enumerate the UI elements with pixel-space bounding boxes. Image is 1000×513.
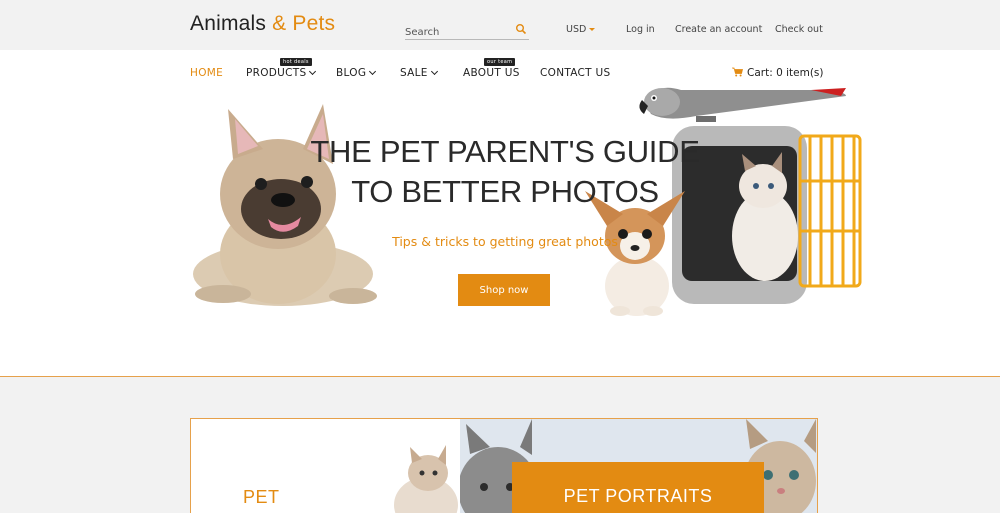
hero-title-line2: TO BETTER PHOTOS <box>351 174 659 209</box>
promo-banner: PET PET PORTRAITS <box>190 418 818 513</box>
cart-icon <box>732 67 744 77</box>
hero-title: THE PET PARENT'S GUIDE TO BETTER PHOTOS <box>280 132 730 212</box>
chevron-down-icon <box>430 67 438 76</box>
pet-portraits-title: PET PORTRAITS <box>563 486 713 506</box>
nav-item-about-us[interactable]: our team ABOUT US <box>463 58 520 79</box>
top-bar: Animals & Pets USD Log in Create an acco… <box>0 0 1000 50</box>
nav-item-label: BLOG <box>336 67 367 79</box>
cart-link[interactable]: Cart: 0 item(s) <box>732 67 823 79</box>
nav-item-home[interactable]: HOME <box>190 67 223 79</box>
search-icon[interactable] <box>515 23 527 35</box>
nav-item-label: ABOUT US <box>463 67 520 79</box>
pet-portraits-box: PET PORTRAITS <box>512 462 764 513</box>
cart-label: Cart: 0 item(s) <box>747 67 824 79</box>
hero-banner: THE PET PARENT'S GUIDE TO BETTER PHOTOS … <box>0 87 1000 376</box>
chevron-down-icon <box>369 67 377 76</box>
pet-portraits-panel[interactable]: PET PORTRAITS <box>460 419 817 513</box>
logo-ampersand: & <box>272 12 287 35</box>
currency-value: USD <box>566 24 587 35</box>
create-account-link[interactable]: Create an account <box>675 24 762 35</box>
hero-subtitle: Tips & tricks to getting great photos <box>392 234 618 249</box>
nav-item-label: SALE <box>400 67 428 79</box>
logo-part-animals: Animals <box>190 12 267 35</box>
promo-left-title: PET <box>243 487 280 507</box>
login-link[interactable]: Log in <box>626 24 655 35</box>
caret-down-icon <box>589 28 596 31</box>
nav-item-label: CONTACT US <box>540 67 611 79</box>
chevron-down-icon <box>309 67 317 76</box>
promo-section: PET PET PORTRAITS <box>0 377 1000 513</box>
parrot-image <box>639 87 846 122</box>
nav-item-blog[interactable]: BLOG <box>336 67 377 79</box>
currency-selector[interactable]: USD <box>566 24 596 35</box>
nav-item-products[interactable]: hot deals PRODUCTS <box>246 58 317 79</box>
nav-item-label: HOME <box>190 67 224 79</box>
search-input[interactable] <box>405 23 509 42</box>
checkout-link[interactable]: Check out <box>775 24 823 35</box>
hot-deals-badge: hot deals <box>280 58 312 66</box>
our-team-badge: our team <box>484 58 516 66</box>
hero-title-line1: THE PET PARENT'S GUIDE <box>310 134 700 169</box>
nav-item-sale[interactable]: SALE <box>400 67 438 79</box>
search-box <box>405 20 529 42</box>
shop-now-button[interactable]: Shop now <box>458 274 550 306</box>
site-logo[interactable]: Animals & Pets <box>190 12 335 36</box>
nav-item-contact-us[interactable]: CONTACT US <box>540 67 610 79</box>
nav-item-label: PRODUCTS <box>246 67 307 79</box>
kitten-image <box>394 445 458 513</box>
logo-part-pets: Pets <box>292 12 336 35</box>
